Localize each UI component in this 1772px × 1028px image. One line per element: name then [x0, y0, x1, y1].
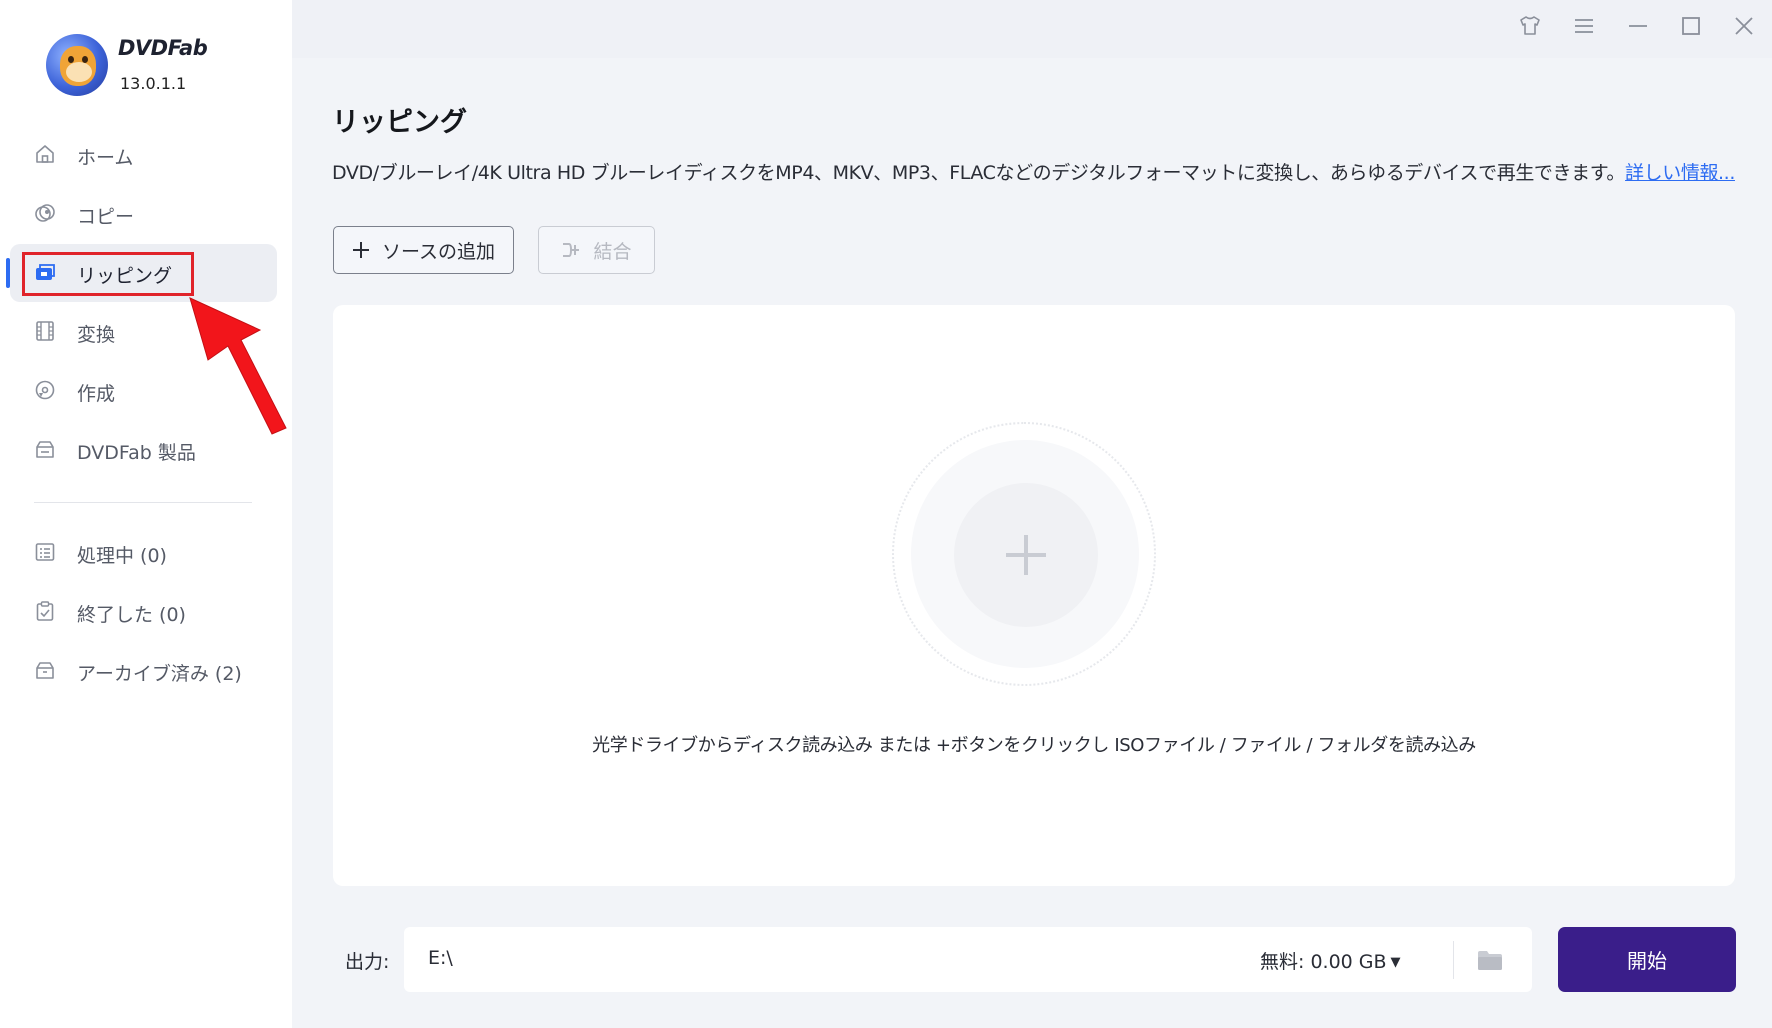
- add-source-button[interactable]: ソースの追加: [333, 226, 514, 274]
- film-icon: [34, 320, 56, 342]
- sidebar-item-label: 処理中 (0): [77, 545, 167, 567]
- sidebar-item-label: コピー: [77, 206, 135, 228]
- dvdfab-window: DVDFab 13.0.1.1 ホーム コピー リッピング 変換 作成 DVDF…: [0, 0, 1772, 1028]
- drop-hint-text: 光学ドライブからディスク読み込み または +ボタンをクリックし ISOファイル …: [592, 735, 1476, 756]
- archive-icon: [34, 659, 56, 681]
- sidebar-item-label: ホーム: [77, 147, 134, 169]
- sidebar: DVDFab 13.0.1.1 ホーム コピー リッピング 変換 作成 DVDF…: [0, 0, 292, 1028]
- highlight-annotation-box: [22, 252, 194, 296]
- page-description: DVD/ブルーレイ/4K Ultra HD ブルーレイディスクをMP4、MKV、…: [332, 158, 1735, 185]
- creator-disc-icon: [34, 379, 56, 401]
- sidebar-divider: [34, 502, 252, 503]
- sidebar-item-label: アーカイブ済み (2): [77, 663, 242, 685]
- sidebar-item-label: DVDFab 製品: [77, 442, 196, 464]
- title-bar: [292, 0, 1772, 58]
- sidebar-item-label: 終了した (0): [77, 604, 186, 626]
- minimize-icon[interactable]: [1624, 12, 1652, 40]
- page-title: リッピング: [332, 107, 467, 138]
- menu-icon[interactable]: [1570, 12, 1598, 40]
- large-plus-icon: [1006, 535, 1046, 575]
- more-info-link[interactable]: 詳しい情報...: [1625, 162, 1735, 184]
- caret-down-icon: ▼: [1390, 955, 1401, 970]
- output-path-bar[interactable]: E:\ 無料: 0.00 GB ▼: [404, 927, 1532, 992]
- free-space-value: 無料: 0.00 GB: [1260, 951, 1387, 973]
- maximize-icon[interactable]: [1677, 12, 1705, 40]
- folder-icon: [1478, 951, 1502, 970]
- sidebar-item-label: 作成: [77, 383, 116, 405]
- dvdfab-logo-icon: [46, 34, 108, 96]
- copy-disc-icon: [34, 202, 56, 224]
- source-drop-zone[interactable]: 光学ドライブからディスク読み込み または +ボタンをクリックし ISOファイル …: [333, 305, 1735, 886]
- browse-folder-button[interactable]: [1466, 941, 1514, 979]
- active-indicator: [6, 258, 10, 288]
- output-label: 出力:: [345, 951, 390, 973]
- merge-icon: [561, 241, 581, 259]
- main-panel: リッピング DVD/ブルーレイ/4K Ultra HD ブルーレイディスクをMP…: [292, 0, 1772, 1028]
- merge-button[interactable]: 結合: [538, 226, 655, 274]
- close-icon[interactable]: [1730, 12, 1758, 40]
- output-separator: [1453, 941, 1454, 979]
- sidebar-item-copy[interactable]: コピー: [0, 184, 292, 242]
- brand: DVDFab 13.0.1.1: [46, 34, 276, 100]
- plus-icon: [352, 241, 370, 259]
- finished-clipboard-icon: [34, 600, 56, 622]
- sidebar-item-finished[interactable]: 終了した (0): [0, 582, 292, 640]
- sidebar-item-home[interactable]: ホーム: [0, 125, 292, 183]
- products-icon: [34, 438, 56, 460]
- output-path-value: E:\: [428, 947, 453, 969]
- app-version: 13.0.1.1: [120, 74, 187, 93]
- sidebar-item-processing[interactable]: 処理中 (0): [0, 523, 292, 581]
- add-source-plus-button[interactable]: [954, 483, 1098, 627]
- add-source-label: ソースの追加: [381, 240, 496, 263]
- description-text: DVD/ブルーレイ/4K Ultra HD ブルーレイディスクをMP4、MKV、…: [332, 162, 1626, 184]
- skin-shirt-icon[interactable]: [1516, 12, 1544, 40]
- merge-label: 結合: [593, 240, 632, 263]
- brand-name: DVDFab: [118, 36, 208, 60]
- home-icon: [34, 143, 56, 165]
- sidebar-item-archived[interactable]: アーカイブ済み (2): [0, 641, 292, 699]
- red-arrow-icon: [189, 297, 287, 435]
- processing-list-icon: [34, 541, 56, 563]
- start-button[interactable]: 開始: [1558, 927, 1736, 992]
- free-space-dropdown[interactable]: 無料: 0.00 GB ▼: [1260, 947, 1401, 974]
- sidebar-item-label: 変換: [77, 324, 116, 346]
